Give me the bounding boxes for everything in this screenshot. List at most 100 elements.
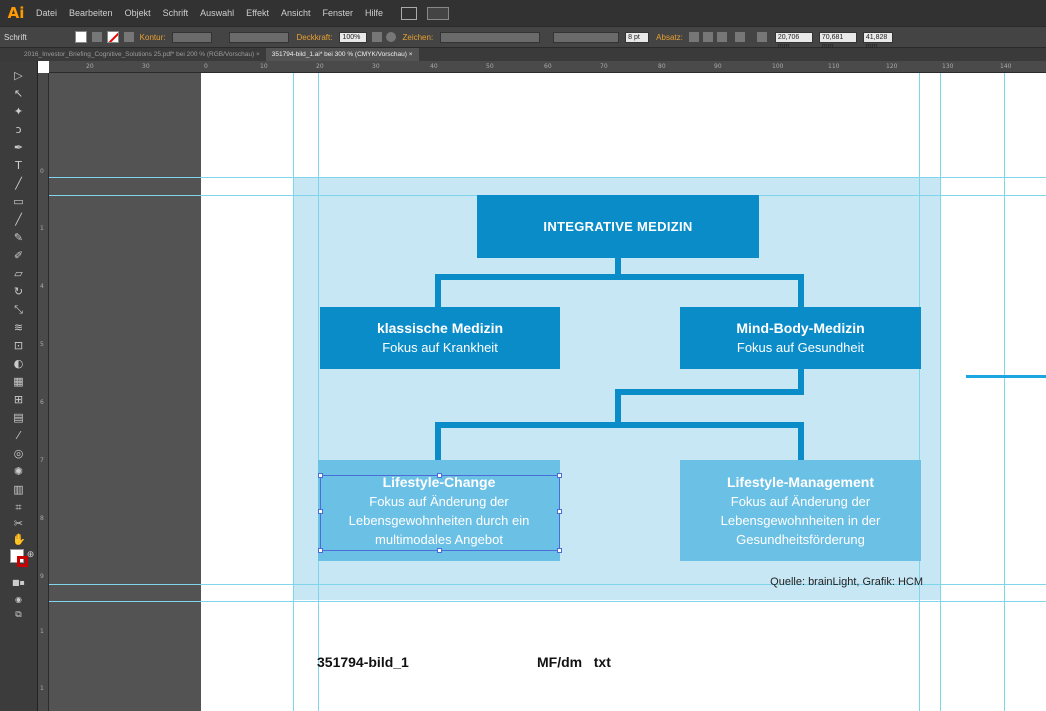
selection-tool-icon[interactable]: ▷ xyxy=(12,69,25,82)
fill-swatch[interactable] xyxy=(74,31,87,43)
resize-handle[interactable] xyxy=(437,473,442,478)
guide-line[interactable] xyxy=(1004,73,1005,711)
connector-line[interactable] xyxy=(435,422,804,428)
guide-line[interactable] xyxy=(318,73,319,711)
blend-tool-icon[interactable]: ◎ xyxy=(12,447,25,460)
guide-line[interactable] xyxy=(49,601,1046,602)
align-center-icon[interactable] xyxy=(702,32,713,42)
pencil-tool-icon[interactable]: ✎ xyxy=(12,231,25,244)
right-box[interactable]: Mind-Body-Medizin Fokus auf Gesundheit xyxy=(680,307,921,369)
slice-tool-icon[interactable]: ✂ xyxy=(12,517,25,530)
codes-text[interactable]: MF/dm txt xyxy=(537,654,611,670)
draw-mode-icon[interactable]: ◉ xyxy=(12,593,25,606)
line-tool-icon[interactable]: ╱ xyxy=(12,177,25,190)
recolor-icon[interactable] xyxy=(386,32,397,42)
align-objects-icon[interactable] xyxy=(756,32,767,42)
symbol-sprayer-tool-icon[interactable]: ✺ xyxy=(12,465,25,478)
source-caption[interactable]: Quelle: brainLight, Grafik: HCM xyxy=(720,576,923,588)
rotate-tool-icon[interactable]: ↻ xyxy=(12,285,25,298)
align-left-icon[interactable] xyxy=(688,32,699,42)
transform-icon[interactable] xyxy=(734,32,745,42)
brush-field[interactable] xyxy=(229,31,290,43)
rectangle-tool-icon[interactable]: ▭ xyxy=(12,195,25,208)
stroke-weight-field[interactable] xyxy=(172,31,213,43)
menu-ansicht[interactable]: Ansicht xyxy=(275,8,317,18)
hand-tool-icon[interactable]: ✋ xyxy=(12,533,26,546)
stroke-box[interactable] xyxy=(17,556,28,567)
menu-bearbeiten[interactable]: Bearbeiten xyxy=(63,8,119,18)
y-position-field[interactable]: 70,681 mm xyxy=(818,31,857,50)
resize-handle[interactable] xyxy=(557,548,562,553)
resize-handle[interactable] xyxy=(437,548,442,553)
stroke-label[interactable]: Kontur: xyxy=(136,33,170,42)
menu-fenster[interactable]: Fenster xyxy=(317,8,360,18)
resize-handle[interactable] xyxy=(318,473,323,478)
resize-handle[interactable] xyxy=(557,473,562,478)
menu-schrift[interactable]: Schrift xyxy=(157,8,195,18)
free-transform-tool-icon[interactable]: ⊡ xyxy=(12,339,25,352)
x-position-field[interactable]: 20,706 mm xyxy=(774,31,813,50)
horizontal-ruler[interactable]: 20 30 0 10 20 30 40 50 60 70 80 90 100 1… xyxy=(38,61,1046,73)
blob-brush-tool-icon[interactable]: ✐ xyxy=(12,249,25,262)
tab-investor-briefing[interactable]: 2016_Investor_Briefing_Cognitive_Solutio… xyxy=(18,48,266,61)
font-size-field[interactable]: 8 pt xyxy=(625,31,650,43)
resize-handle[interactable] xyxy=(318,509,323,514)
eraser-tool-icon[interactable]: ▱ xyxy=(12,267,25,280)
menu-objekt[interactable]: Objekt xyxy=(119,8,157,18)
close-icon[interactable]: × xyxy=(409,51,413,58)
warp-tool-icon[interactable]: ≋ xyxy=(12,321,25,334)
stroke-dropdown-icon[interactable] xyxy=(123,32,134,42)
connector-line[interactable] xyxy=(615,389,804,395)
resize-handle[interactable] xyxy=(557,509,562,514)
connector-line[interactable] xyxy=(435,274,804,280)
blue-line-object[interactable] xyxy=(966,375,1046,378)
file-id-text[interactable]: 351794-bild_1 xyxy=(317,654,409,670)
connector-line[interactable] xyxy=(435,422,441,460)
ruler-origin[interactable] xyxy=(38,61,49,73)
fill-dropdown-icon[interactable] xyxy=(91,32,102,42)
menu-hilfe[interactable]: Hilfe xyxy=(359,8,389,18)
guide-line[interactable] xyxy=(919,73,920,711)
left-box[interactable]: klassische Medizin Fokus auf Krankheit xyxy=(320,307,560,369)
connector-line[interactable] xyxy=(615,389,621,425)
shape-builder-tool-icon[interactable]: ◐ xyxy=(12,357,25,370)
width-field[interactable]: 41,828 mm xyxy=(862,31,893,50)
opacity-dropdown-icon[interactable] xyxy=(372,32,383,42)
char-label[interactable]: Zeichen: xyxy=(398,33,437,42)
resize-handle[interactable] xyxy=(318,548,323,553)
fill-stroke-indicator[interactable] xyxy=(10,549,30,569)
brush-tool-icon[interactable]: ╱ xyxy=(12,213,25,226)
opacity-field[interactable]: 100% xyxy=(339,31,368,43)
lasso-tool-icon[interactable]: ↄ xyxy=(12,123,25,136)
perspective-grid-tool-icon[interactable]: ▦ xyxy=(12,375,25,388)
bottom-right-box[interactable]: Lifestyle-Management Fokus auf Änderung … xyxy=(680,460,921,561)
scale-tool-icon[interactable]: ⤡ xyxy=(12,303,25,316)
guide-line[interactable] xyxy=(49,177,1046,178)
magic-wand-tool-icon[interactable]: ✦ xyxy=(12,105,25,118)
column-graph-tool-icon[interactable]: ▥ xyxy=(12,483,25,496)
stroke-swatch[interactable] xyxy=(106,31,119,43)
artboard-tool-icon[interactable]: ⌗ xyxy=(12,501,25,514)
opacity-label[interactable]: Deckkraft: xyxy=(292,33,336,42)
pen-tool-icon[interactable]: ✒ xyxy=(12,141,25,154)
bridge-icon[interactable] xyxy=(401,6,418,20)
direct-selection-tool-icon[interactable]: ↖ xyxy=(12,87,25,100)
color-mode-icon[interactable]: ■▪ xyxy=(12,576,25,589)
guide-line[interactable] xyxy=(940,73,941,711)
eyedropper-tool-icon[interactable]: ⁄ xyxy=(12,429,25,442)
selection-bounding-box[interactable] xyxy=(318,473,562,553)
type-tool-icon[interactable]: T xyxy=(12,159,25,172)
vertical-ruler[interactable]: 0 1 4 5 6 7 8 9 1 1 xyxy=(38,73,49,711)
tab-bild-1[interactable]: 351794-bild_1.ai* bei 300 % (CMYK/Vorsch… xyxy=(265,48,419,61)
align-right-icon[interactable] xyxy=(716,32,727,42)
pasteboard[interactable] xyxy=(49,73,201,711)
guide-line[interactable] xyxy=(293,73,294,711)
root-box[interactable]: INTEGRATIVE MEDIZIN xyxy=(477,195,759,258)
connector-line[interactable] xyxy=(798,274,804,307)
menu-datei[interactable]: Datei xyxy=(30,8,63,18)
connector-line[interactable] xyxy=(435,274,441,307)
menu-auswahl[interactable]: Auswahl xyxy=(194,8,240,18)
mesh-tool-icon[interactable]: ⊞ xyxy=(12,393,25,406)
menu-effekt[interactable]: Effekt xyxy=(240,8,275,18)
close-icon[interactable]: × xyxy=(256,51,260,58)
